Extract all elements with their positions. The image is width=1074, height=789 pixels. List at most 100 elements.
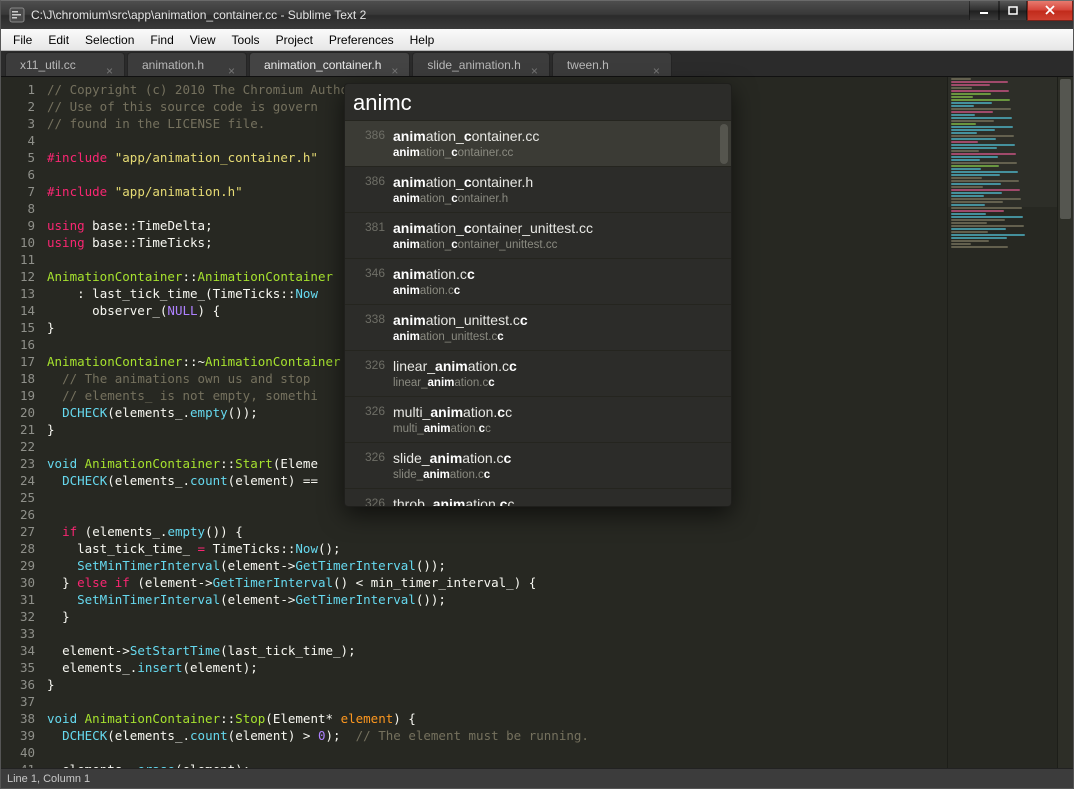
tab-tween-h[interactable]: tween.h× — [552, 52, 672, 76]
title-bar[interactable]: C:\J\chromium\src\app\animation_containe… — [1, 1, 1073, 29]
goto-result[interactable]: 346 animation.ccanimation.cc — [345, 258, 731, 304]
close-button[interactable] — [1027, 1, 1073, 21]
result-path: animation.cc — [393, 284, 721, 298]
menu-bar: FileEditSelectionFindViewToolsProjectPre… — [1, 29, 1073, 51]
menu-selection[interactable]: Selection — [77, 29, 142, 50]
minimap[interactable] — [947, 77, 1057, 768]
line-number: 39 — [1, 727, 35, 744]
goto-result[interactable]: 326multi_animation.ccmulti_animation.cc — [345, 396, 731, 442]
tab-label: x11_util.cc — [20, 58, 76, 72]
minimap-line — [951, 225, 1024, 227]
minimap-line — [951, 93, 991, 95]
goto-result[interactable]: 326throb_animation.cc — [345, 488, 731, 506]
code-line: } — [47, 676, 947, 693]
tab-x11-util-cc[interactable]: x11_util.cc × — [5, 52, 125, 76]
code-line: SetMinTimerInterval(element->GetTimerInt… — [47, 591, 947, 608]
minimap-line — [951, 84, 990, 86]
status-bar: Line 1, Column 1 — [1, 768, 1073, 788]
goto-result[interactable]: 381animation_container_unittest.ccanimat… — [345, 212, 731, 258]
minimap-line — [951, 234, 1025, 236]
minimap-line — [951, 183, 1001, 185]
tab-close-icon[interactable]: × — [531, 59, 541, 69]
goto-result[interactable]: 386animation_container.hanimation_contai… — [345, 166, 731, 212]
tab-close-icon[interactable]: × — [391, 59, 401, 69]
tab-bar: x11_util.cc×animation.h×animation_contai… — [1, 51, 1073, 77]
results-scrollbar[interactable] — [720, 124, 728, 502]
minimap-line — [951, 177, 982, 179]
menu-tools[interactable]: Tools — [224, 29, 268, 50]
line-number: 29 — [1, 557, 35, 574]
goto-result[interactable]: 326linear_animation.cclinear_animation.c… — [345, 350, 731, 396]
goto-anything-input[interactable] — [353, 90, 723, 116]
result-score: 326 — [355, 449, 385, 464]
minimap-line — [951, 189, 1020, 191]
tab-close-icon[interactable]: × — [228, 59, 238, 69]
vertical-scrollbar[interactable] — [1057, 77, 1073, 768]
result-score: 346 — [355, 265, 385, 280]
tab-close-icon[interactable]: × — [653, 59, 663, 69]
menu-file[interactable]: File — [5, 29, 40, 50]
line-number: 8 — [1, 200, 35, 217]
line-number: 15 — [1, 319, 35, 336]
line-number: 40 — [1, 744, 35, 761]
tab-animation-container-h[interactable]: animation_container.h × — [249, 52, 410, 76]
minimap-line — [951, 96, 973, 98]
tab-animation-h[interactable]: animation.h × — [127, 52, 247, 76]
code-line: element->SetStartTime(last_tick_time_); — [47, 642, 947, 659]
minimap-line — [951, 171, 1018, 173]
code-line — [47, 744, 947, 761]
tab-slide-animation-h[interactable]: slide_animation.h× — [412, 52, 549, 76]
menu-edit[interactable]: Edit — [40, 29, 77, 50]
menu-find[interactable]: Find — [142, 29, 181, 50]
result-title: animation_container.cc — [393, 127, 721, 145]
minimize-button[interactable] — [969, 1, 999, 21]
result-path: animation_unittest.cc — [393, 330, 721, 344]
scrollbar-thumb[interactable] — [1060, 79, 1071, 219]
line-number: 34 — [1, 642, 35, 659]
line-number: 24 — [1, 472, 35, 489]
maximize-button[interactable] — [999, 1, 1027, 21]
goto-anything-panel: 386animation_container.ccanimation_conta… — [344, 83, 732, 507]
code-line: elements_.insert(element); — [47, 659, 947, 676]
menu-view[interactable]: View — [182, 29, 224, 50]
code-line: void AnimationContainer::Stop(Element* e… — [47, 710, 947, 727]
line-number: 38 — [1, 710, 35, 727]
minimap-line — [951, 174, 1000, 176]
goto-result[interactable]: 338animation_unittest.ccanimation_unitte… — [345, 304, 731, 350]
menu-preferences[interactable]: Preferences — [321, 29, 402, 50]
result-score: 326 — [355, 403, 385, 418]
line-number: 1 — [1, 81, 35, 98]
goto-result[interactable]: 326slide_animation.ccslide_animation.cc — [345, 442, 731, 488]
menu-help[interactable]: Help — [402, 29, 443, 50]
line-number: 35 — [1, 659, 35, 676]
line-number: 9 — [1, 217, 35, 234]
minimap-line — [951, 135, 1014, 137]
minimap-line — [951, 168, 981, 170]
result-score: 326 — [355, 495, 385, 506]
minimap-line — [951, 126, 1013, 128]
tab-close-icon[interactable]: × — [106, 59, 116, 69]
menu-project[interactable]: Project — [268, 29, 321, 50]
goto-result[interactable]: 386animation_container.ccanimation_conta… — [345, 120, 731, 166]
minimap-line — [951, 180, 1019, 182]
results-scroll-thumb[interactable] — [720, 124, 728, 164]
result-path: animation_container.cc — [393, 146, 721, 160]
minimap-line — [951, 144, 1015, 146]
tab-label: animation_container.h — [264, 58, 381, 72]
line-number: 41 — [1, 761, 35, 768]
line-number: 4 — [1, 132, 35, 149]
minimap-line — [951, 78, 971, 80]
minimap-line — [951, 216, 1023, 218]
tab-label: animation.h — [142, 58, 204, 72]
minimap-line — [951, 195, 984, 197]
line-number: 10 — [1, 234, 35, 251]
minimap-line — [951, 81, 1008, 83]
result-title: multi_animation.cc — [393, 403, 721, 421]
app-icon — [9, 7, 25, 23]
result-title: animation.cc — [393, 265, 721, 283]
line-number: 16 — [1, 336, 35, 353]
line-number: 11 — [1, 251, 35, 268]
result-path: slide_animation.cc — [393, 468, 721, 482]
line-number: 30 — [1, 574, 35, 591]
minimap-line — [951, 138, 996, 140]
